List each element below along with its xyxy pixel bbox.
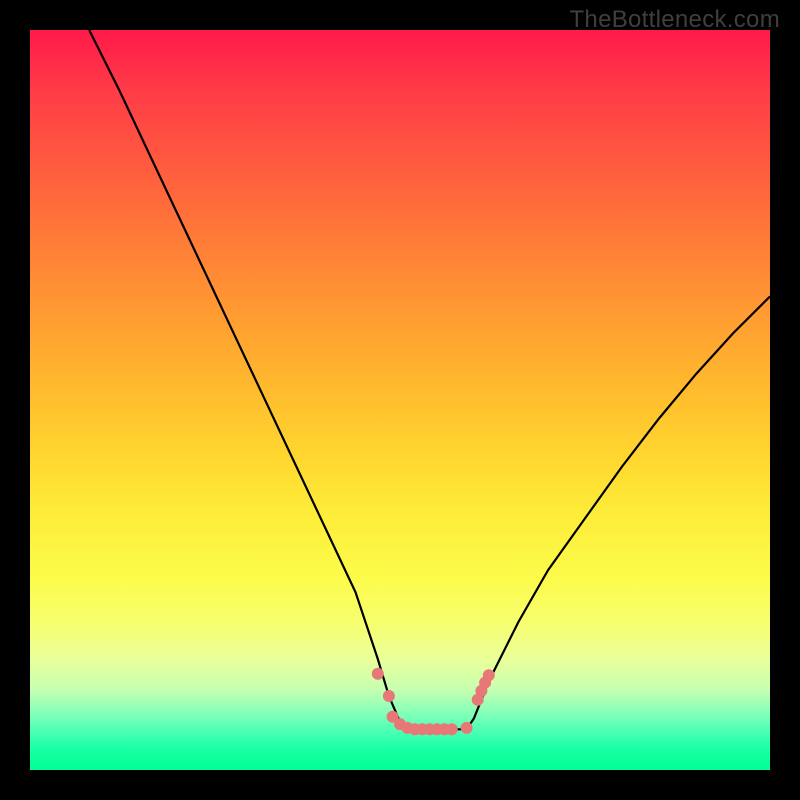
curve-marker (483, 669, 495, 681)
chart-frame: TheBottleneck.com (0, 0, 800, 800)
bottleneck-curve-svg (30, 30, 770, 770)
watermark-text: TheBottleneck.com (569, 6, 780, 34)
curve-marker (446, 723, 458, 735)
bottleneck-curve (89, 30, 770, 729)
curve-markers (372, 668, 495, 736)
curve-marker (383, 690, 395, 702)
plot-area (30, 30, 770, 770)
curve-marker (461, 722, 473, 734)
curve-marker (372, 668, 384, 680)
